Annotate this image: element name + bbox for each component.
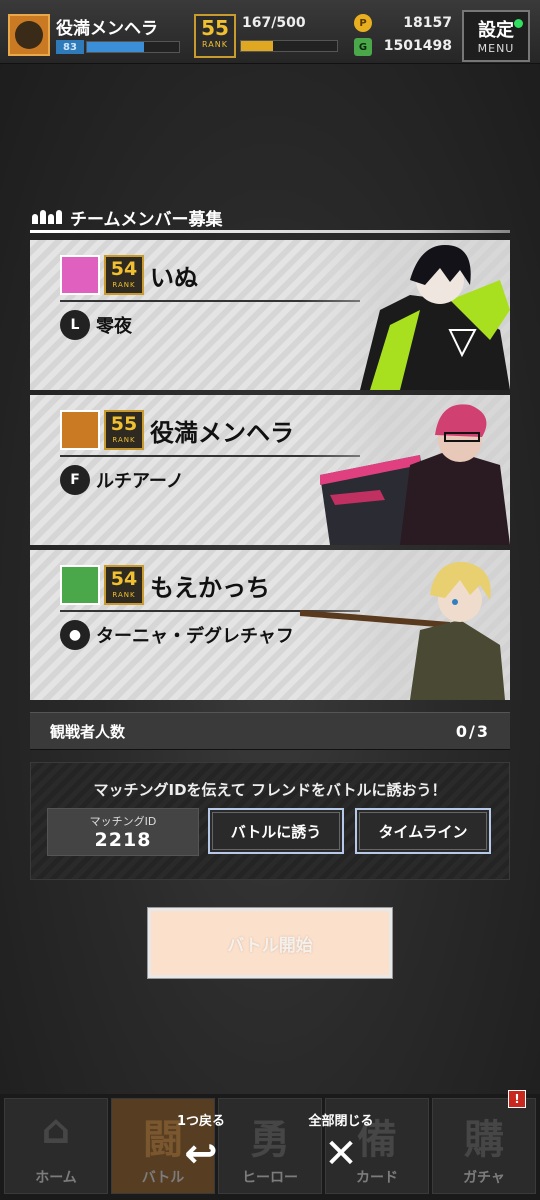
member-name: もえかっち <box>150 574 270 602</box>
hero-type-icon: L <box>60 310 90 340</box>
member-rank-label: RANK <box>112 436 136 444</box>
coin-icon: P <box>354 14 372 32</box>
hero-name: ターニャ・デグレチャフ <box>96 626 294 647</box>
matching-id-label: マッチングID <box>89 815 157 828</box>
menu-notification-dot <box>514 19 523 28</box>
coin-count: 18157 <box>403 15 452 31</box>
invite-instructions: マッチングIDを伝えて フレンドをバトルに誘おう！ <box>93 781 447 799</box>
member-card[interactable]: 54 RANK もえかっち ● ターニャ・デグレチャフ <box>30 550 510 700</box>
matching-id-box: マッチングID 2218 <box>47 808 199 856</box>
exp-bar-fill <box>87 42 145 52</box>
spectator-label: 観戦者人数 <box>50 722 126 741</box>
gem-count: 1501498 <box>383 38 452 54</box>
player-rank-label: RANK <box>202 40 228 49</box>
close-all-label: 全部閉じる <box>308 1114 374 1129</box>
member-name: 役満メンヘラ <box>150 419 294 447</box>
nav-home-label: ホーム <box>35 1170 77 1186</box>
back-label: 1つ戻る <box>176 1114 226 1129</box>
member-rank-badge: 54 RANK <box>104 565 144 605</box>
timeline-button[interactable]: タイムライン <box>355 808 491 854</box>
back-button[interactable]: 1つ戻る ↩ <box>156 1110 246 1179</box>
spectator-count: 0/3 <box>455 721 490 741</box>
hero-portrait-image <box>300 550 510 700</box>
player-rank-number: 55 <box>201 16 229 40</box>
top-status-bar: 役満メンヘラ 83 55 RANK 167/500 P 18157 G 1501… <box>0 0 540 64</box>
bottom-navigation: ⌂ ホーム 闘 バトル 勇 ヒーロー 備 カード 購 ガチャ <box>0 1094 540 1200</box>
hero-portrait-image <box>300 240 510 390</box>
member-rank-number: 54 <box>110 568 138 590</box>
player-emblem-icon[interactable] <box>8 14 50 56</box>
nav-gacha[interactable]: 購 ガチャ <box>432 1098 536 1194</box>
player-rank-badge: 55 RANK <box>194 14 236 58</box>
team-section-header: チームメンバー募集 <box>32 204 223 230</box>
close-all-button[interactable]: 全部閉じる ✕ <box>296 1110 386 1179</box>
stamina-value: 167/500 <box>242 15 306 31</box>
member-card[interactable]: 54 RANK いぬ L 零夜 <box>30 240 510 390</box>
member-card[interactable]: 55 RANK 役満メンヘラ F ルチアーノ <box>30 395 510 545</box>
hero-type-icon: ● <box>60 620 90 650</box>
hero-name: ルチアーノ <box>96 471 184 492</box>
member-emblem-icon <box>60 255 100 295</box>
close-icon: ✕ <box>324 1131 358 1177</box>
gem-icon: G <box>354 38 372 56</box>
member-rank-number: 54 <box>110 258 138 280</box>
invite-panel: マッチングIDを伝えて フレンドをバトルに誘おう！ マッチングID 2218 バ… <box>30 762 510 880</box>
exp-bar <box>86 41 180 53</box>
nav-home[interactable]: ⌂ ホーム <box>4 1098 108 1194</box>
menu-button-label: MENU <box>477 42 515 55</box>
stamina-bar <box>240 40 338 52</box>
team-section-title: チームメンバー募集 <box>70 209 223 230</box>
gacha-icon: 購 <box>464 1117 504 1163</box>
member-name: いぬ <box>150 264 198 292</box>
back-arrow-icon: ↩ <box>184 1131 218 1177</box>
menu-button[interactable]: 設定 MENU <box>462 10 530 62</box>
people-icon <box>32 210 62 224</box>
hero-type-icon: F <box>60 465 90 495</box>
member-emblem-icon <box>60 565 100 605</box>
member-rank-badge: 55 RANK <box>104 410 144 450</box>
spectator-row: 観戦者人数 0/3 <box>30 712 510 750</box>
start-battle-button[interactable]: バトル開始 <box>147 907 393 979</box>
invite-to-battle-button[interactable]: バトルに誘う <box>208 808 344 854</box>
matching-id-value: 2218 <box>94 829 152 851</box>
member-rank-number: 55 <box>110 413 138 435</box>
player-level-badge: 83 <box>56 40 84 54</box>
member-rank-label: RANK <box>112 281 136 289</box>
player-name: 役満メンヘラ <box>56 19 158 39</box>
member-emblem-icon <box>60 410 100 450</box>
home-icon: ⌂ <box>41 1107 71 1153</box>
notification-badge: ! <box>508 1090 526 1108</box>
nav-gacha-label: ガチャ <box>463 1170 505 1186</box>
stamina-bar-fill <box>241 41 274 51</box>
member-rank-label: RANK <box>112 591 136 599</box>
hero-portrait-image <box>300 395 510 545</box>
section-divider <box>30 230 510 233</box>
member-rank-badge: 54 RANK <box>104 255 144 295</box>
hero-name: 零夜 <box>96 316 132 337</box>
